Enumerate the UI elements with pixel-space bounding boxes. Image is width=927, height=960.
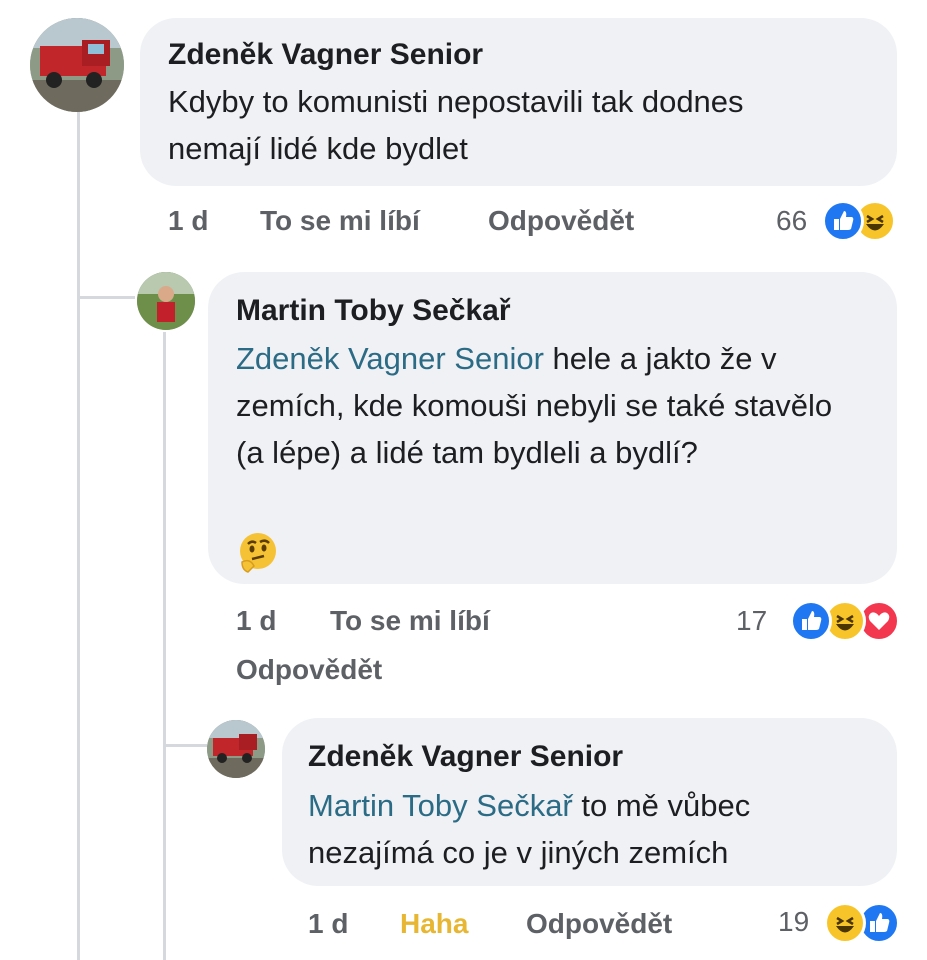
reaction-count[interactable]: 17 xyxy=(736,605,767,637)
mention-link[interactable]: Zdeněk Vagner Senior xyxy=(236,341,544,376)
avatar-truck-image xyxy=(30,18,124,112)
haha-reaction-button[interactable]: Haha xyxy=(400,908,468,940)
comment-text: Martin Toby Sečkař to mě vůbec nezajímá … xyxy=(308,782,878,876)
thread-line-reply xyxy=(163,332,166,960)
thread-line-main xyxy=(77,110,80,960)
avatar[interactable] xyxy=(137,272,195,330)
comment-text: Zdeněk Vagner Senior hele a jakto že v z… xyxy=(236,335,866,476)
avatar-truck-image xyxy=(207,720,265,778)
comment-author[interactable]: Zdeněk Vagner Senior xyxy=(308,740,623,774)
like-button[interactable]: To se mi líbí xyxy=(330,605,490,637)
comment-timestamp[interactable]: 1 d xyxy=(168,205,208,237)
reply-button[interactable]: Odpovědět xyxy=(526,908,672,940)
avatar[interactable] xyxy=(30,18,124,112)
like-icon xyxy=(822,200,864,242)
haha-icon xyxy=(824,902,866,944)
like-button[interactable]: To se mi líbí xyxy=(260,205,420,237)
thread-branch-reply-2 xyxy=(163,744,207,747)
reply-button[interactable]: Odpovědět xyxy=(488,205,634,237)
thinking-face-emoji xyxy=(236,530,280,574)
reply-button[interactable]: Odpovědět xyxy=(236,654,382,686)
avatar[interactable] xyxy=(207,720,265,778)
thread-branch-reply-1 xyxy=(77,296,135,299)
comment-author[interactable]: Zdeněk Vagner Senior xyxy=(168,38,483,72)
like-icon xyxy=(790,600,832,642)
comment-author[interactable]: Martin Toby Sečkař xyxy=(236,294,511,328)
comment-timestamp[interactable]: 1 d xyxy=(308,908,348,940)
comment-timestamp[interactable]: 1 d xyxy=(236,605,276,637)
avatar-person-image xyxy=(137,272,195,330)
reaction-count[interactable]: 19 xyxy=(778,906,809,938)
comment-text: Kdyby to komunisti nepostavili tak dodne… xyxy=(168,78,788,172)
mention-link[interactable]: Martin Toby Sečkař xyxy=(308,788,573,823)
comment-text-body: Kdyby to komunisti nepostavili tak dodne… xyxy=(168,84,744,166)
reaction-count[interactable]: 66 xyxy=(776,205,807,237)
